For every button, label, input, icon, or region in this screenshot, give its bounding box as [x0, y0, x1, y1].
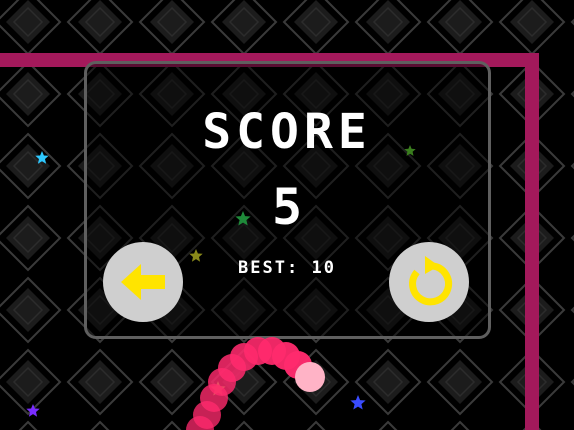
best-label: BEST:: [238, 258, 300, 278]
restart-icon: [409, 256, 453, 306]
score-title: SCORE: [202, 104, 372, 160]
back-button[interactable]: [103, 242, 183, 322]
best-score: BEST: 10: [0, 258, 574, 278]
score-value: 5: [271, 178, 303, 236]
snake-head: [295, 362, 325, 392]
best-value: 10: [311, 258, 336, 278]
left-arrow-icon: [121, 264, 165, 300]
game-board: SCORE 5 BEST: 10: [0, 0, 574, 430]
restart-button[interactable]: [389, 242, 469, 322]
